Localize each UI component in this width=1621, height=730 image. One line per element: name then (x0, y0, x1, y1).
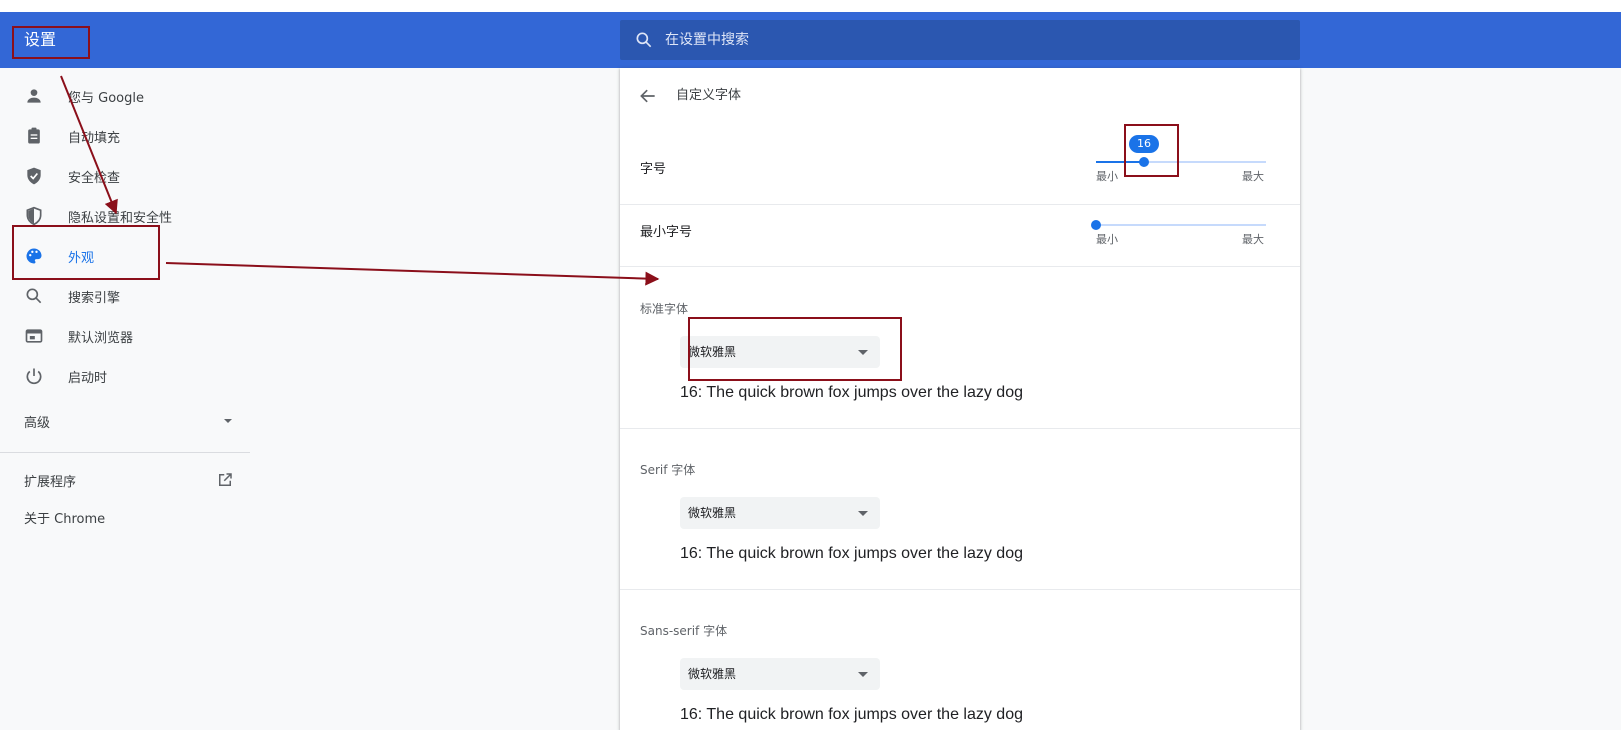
sidebar-item-label: 启动时 (68, 370, 108, 386)
search-icon (636, 32, 652, 48)
sidebar-item-label: 安全检查 (68, 170, 121, 186)
subpage-header: 自定义字体 (620, 68, 1300, 124)
slider-fill (1096, 161, 1144, 163)
top-strip (0, 0, 1621, 12)
extensions-label: 扩展程序 (24, 474, 77, 490)
select-value: 微软雅黑 (688, 506, 737, 520)
serif-font-sample: 16: The quick brown fox jumps over the l… (680, 545, 1023, 562)
sidebar-item-label: 外观 (68, 250, 95, 266)
row-separator (620, 266, 1300, 267)
customize-fonts-card: 自定义字体 字号 16 最小 最大 最小字号 最小 最大 标准字体 微软雅黑 1… (620, 68, 1300, 730)
sidebar-divider (0, 452, 250, 453)
slider-track (1096, 224, 1266, 226)
sidebar-item-appearance[interactable]: 外观 (0, 236, 250, 276)
search-box[interactable] (620, 20, 1300, 60)
font-size-slider[interactable]: 16 最小 最大 (1096, 135, 1286, 183)
min-font-size-label: 最小字号 (640, 225, 693, 240)
advanced-toggle[interactable]: 高级 (24, 410, 234, 432)
sans-serif-font-select[interactable]: 微软雅黑 (680, 658, 880, 690)
header: 设置 (0, 12, 1621, 68)
chevron-down-icon (858, 350, 868, 355)
chevron-down-icon (224, 419, 232, 423)
sidebar-item-search-engine[interactable]: 搜索引擎 (0, 276, 250, 316)
about-chrome-link[interactable]: 关于 Chrome (24, 508, 105, 532)
advanced-label: 高级 (24, 415, 51, 431)
sidebar-item-label: 自动填充 (68, 130, 121, 146)
sans-serif-font-label: Sans-serif 字体 (640, 624, 728, 638)
sidebar-item-on-startup[interactable]: 启动时 (0, 356, 250, 396)
search-icon (26, 288, 42, 304)
back-arrow-icon[interactable] (638, 86, 658, 106)
serif-font-label: Serif 字体 (640, 463, 696, 477)
slider-max-label: 最大 (1242, 233, 1264, 246)
font-size-label: 字号 (640, 162, 667, 177)
person-icon (27, 89, 41, 103)
app-title: 设置 (24, 30, 57, 49)
palette-icon (26, 248, 42, 264)
serif-font-select[interactable]: 微软雅黑 (680, 497, 880, 529)
shield-check-icon (27, 167, 41, 185)
sidebar-item-you-and-google[interactable]: 您与 Google (0, 76, 250, 116)
standard-font-label: 标准字体 (640, 302, 689, 316)
slider-knob[interactable] (1139, 157, 1149, 167)
search-input[interactable] (665, 20, 1265, 60)
select-value: 微软雅黑 (688, 345, 737, 359)
header-separator (620, 124, 1300, 125)
sidebar-item-privacy[interactable]: 隐私设置和安全性 (0, 196, 250, 236)
standard-font-sample: 16: The quick brown fox jumps over the l… (680, 384, 1023, 401)
sidebar-item-label: 搜索引擎 (68, 290, 121, 306)
row-separator (620, 589, 1300, 590)
sidebar-item-default-browser[interactable]: 默认浏览器 (0, 316, 250, 356)
shield-half-icon (26, 206, 42, 226)
power-icon (26, 368, 42, 385)
sidebar-item-label: 隐私设置和安全性 (68, 210, 173, 226)
sans-serif-font-sample: 16: The quick brown fox jumps over the l… (680, 706, 1023, 723)
open-in-new-icon (219, 473, 232, 486)
slider-min-label: 最小 (1096, 170, 1118, 183)
clipboard-icon (28, 127, 40, 144)
standard-font-select[interactable]: 微软雅黑 (680, 336, 880, 368)
chevron-down-icon (858, 672, 868, 677)
min-font-size-slider[interactable]: 最小 最大 (1091, 206, 1286, 246)
sidebar-item-safety-check[interactable]: 安全检查 (0, 156, 250, 196)
sidebar-item-autofill[interactable]: 自动填充 (0, 116, 250, 156)
sidebar-item-label: 您与 Google (68, 90, 144, 106)
slider-value-bubble: 16 (1129, 135, 1159, 153)
row-separator (620, 428, 1300, 429)
slider-max-label: 最大 (1242, 170, 1264, 183)
subpage-title: 自定义字体 (676, 88, 742, 103)
sidebar-item-label: 默认浏览器 (68, 330, 134, 346)
select-value: 微软雅黑 (688, 667, 737, 681)
chevron-down-icon (858, 511, 868, 516)
extensions-link[interactable]: 扩展程序 (24, 468, 234, 492)
browser-icon (25, 329, 43, 343)
slider-knob[interactable] (1091, 220, 1101, 230)
row-separator (620, 204, 1300, 205)
slider-min-label: 最小 (1096, 233, 1118, 246)
